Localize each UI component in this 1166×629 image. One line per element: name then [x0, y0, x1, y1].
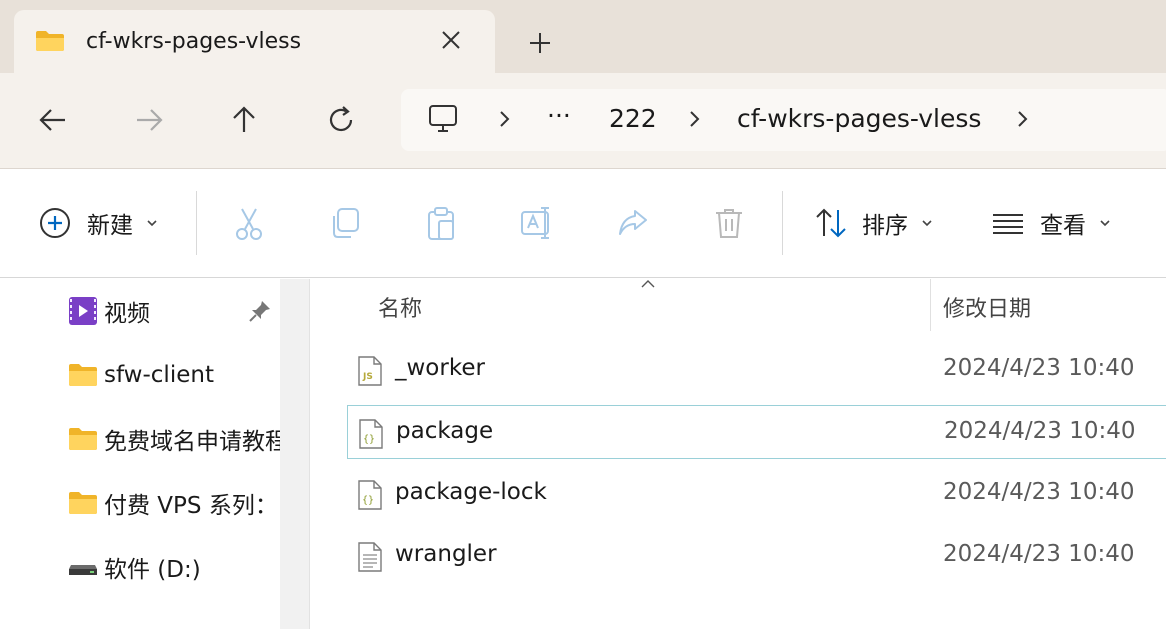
file-list: 名称 修改日期 JS _worker 2024/4/23 10:40 {} pa… [312, 279, 1166, 629]
delete-icon[interactable] [711, 205, 747, 241]
svg-text:{}: {} [362, 495, 374, 506]
file-date: 2024/4/23 10:40 [944, 418, 1136, 444]
breadcrumb-segment[interactable]: cf-wkrs-pages-vless [737, 104, 981, 133]
folder-icon [69, 428, 97, 450]
close-icon[interactable] [440, 29, 462, 51]
tab-title: cf-wkrs-pages-vless [86, 29, 302, 54]
file-row[interactable]: wrangler 2024/4/23 10:40 [347, 529, 1166, 583]
chevron-right-icon[interactable] [687, 109, 703, 129]
file-name: package-lock [395, 479, 547, 505]
sidebar-item-label: 软件 (D:) [104, 557, 201, 583]
sidebar-item-paid-vps[interactable]: 付费 VPS 系列： [68, 483, 280, 523]
sidebar-scrollbar[interactable] [280, 279, 310, 629]
refresh-icon[interactable] [324, 103, 358, 137]
sort-button[interactable]: 排序 [814, 205, 934, 241]
file-date: 2024/4/23 10:40 [943, 355, 1135, 381]
command-bar: 新建 排序 查看 [0, 169, 1166, 278]
chevron-right-icon[interactable] [1015, 109, 1031, 129]
new-label: 新建 [87, 213, 133, 239]
file-row[interactable]: {} package-lock 2024/4/23 10:40 [347, 467, 1166, 521]
file-name: _worker [395, 355, 485, 381]
chevron-down-icon [147, 220, 157, 227]
video-icon [69, 297, 97, 325]
folder-icon [69, 364, 97, 386]
pin-icon[interactable] [248, 299, 272, 323]
column-divider[interactable] [930, 279, 931, 331]
sidebar-item-label: 免费域名申请教程 [104, 429, 280, 455]
breadcrumb-segment[interactable]: 222 [609, 104, 657, 133]
tab-strip: cf-wkrs-pages-vless [0, 0, 1166, 74]
arrow-right-icon[interactable] [132, 103, 166, 137]
navigation-bar: ··· 222 cf-wkrs-pages-vless [0, 73, 1166, 169]
arrow-up-icon[interactable] [227, 103, 261, 137]
view-label: 查看 [1040, 213, 1086, 239]
file-date: 2024/4/23 10:40 [943, 479, 1135, 505]
text-file-icon [358, 542, 382, 572]
cut-icon[interactable] [231, 205, 267, 241]
plus-icon[interactable] [526, 30, 554, 56]
arrow-left-icon[interactable] [36, 103, 70, 137]
divider [196, 191, 197, 255]
share-icon[interactable] [615, 205, 651, 241]
chevron-down-icon [922, 220, 932, 227]
file-name: wrangler [395, 541, 497, 567]
monitor-icon[interactable] [427, 103, 459, 135]
file-row[interactable]: JS _worker 2024/4/23 10:40 [347, 343, 1166, 397]
folder-icon [36, 31, 64, 51]
json-file-icon: {} [359, 419, 383, 449]
sort-icon [816, 208, 846, 238]
svg-text:{}: {} [363, 434, 375, 445]
column-header-name[interactable]: 名称 [378, 291, 422, 323]
drive-icon [69, 565, 97, 575]
copy-icon[interactable] [327, 205, 363, 241]
file-row[interactable]: {} package 2024/4/23 10:40 [347, 405, 1166, 459]
column-header-date[interactable]: 修改日期 [943, 291, 1031, 323]
sidebar-item-label: 付费 VPS 系列： [104, 493, 278, 519]
list-view-icon [993, 214, 1023, 234]
sidebar-item-free-domain[interactable]: 免费域名申请教程 [68, 419, 280, 459]
sidebar-item-sfw-client[interactable]: sfw-client [68, 355, 280, 395]
tab-active[interactable]: cf-wkrs-pages-vless [14, 10, 495, 74]
paste-icon[interactable] [423, 205, 459, 241]
chevron-right-icon[interactable] [497, 109, 513, 129]
sidebar-item-drive-d[interactable]: 软件 (D:) [68, 547, 280, 587]
navigation-pane: 视频 sfw-client 免费域名申请教程 付费 VPS 系列： 软件 (D:… [0, 279, 280, 629]
breadcrumb-overflow[interactable]: ··· [547, 101, 571, 130]
chevron-down-icon [1100, 220, 1110, 227]
file-date: 2024/4/23 10:40 [943, 541, 1135, 567]
svg-text:JS: JS [362, 372, 373, 382]
sidebar-item-label: sfw-client [104, 362, 214, 388]
sort-label: 排序 [862, 213, 908, 239]
sidebar-item-label: 视频 [104, 301, 150, 327]
divider [782, 191, 783, 255]
file-name: package [396, 418, 494, 444]
sort-ascending-icon [641, 280, 655, 288]
folder-icon [69, 492, 97, 514]
new-button[interactable]: 新建 [38, 205, 159, 241]
address-bar[interactable]: ··· 222 cf-wkrs-pages-vless [401, 89, 1166, 151]
plus-circle-icon [40, 208, 70, 238]
js-file-icon: JS [358, 356, 382, 386]
json-file-icon: {} [358, 480, 382, 510]
view-button[interactable]: 查看 [990, 205, 1112, 241]
rename-icon[interactable] [519, 205, 555, 241]
